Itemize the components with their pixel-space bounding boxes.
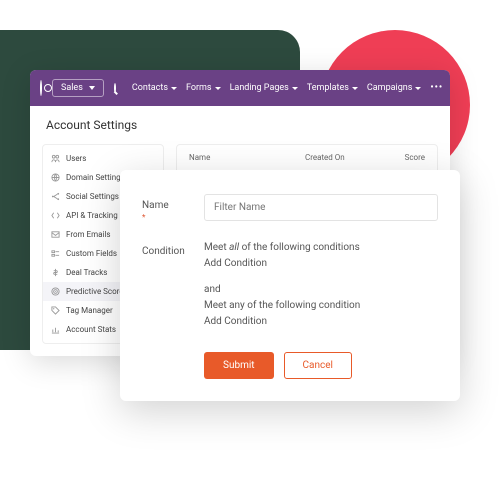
nav-more-icon[interactable]: ••• <box>430 83 443 93</box>
top-nav: Sales Contacts Forms Landing Pages Templ… <box>30 70 450 106</box>
sidebar-item-label: From Emails <box>66 230 110 239</box>
nav-forms[interactable]: Forms <box>186 83 221 93</box>
deal-icon <box>51 268 60 277</box>
nav-contacts[interactable]: Contacts <box>132 83 177 93</box>
col-score: Score <box>385 153 425 162</box>
nav-menu: Contacts Forms Landing Pages Templates C… <box>132 83 443 93</box>
filter-modal: Name * Condition Meet all of the followi… <box>120 170 460 401</box>
nav-templates[interactable]: Templates <box>307 83 358 93</box>
users-icon <box>51 154 60 163</box>
sidebar-item-label: Social Settings <box>66 192 119 201</box>
required-mark: * <box>142 213 204 222</box>
condition-any-line: Meet any of the following condition <box>204 298 438 314</box>
share-icon <box>51 192 60 201</box>
target-icon <box>51 287 60 296</box>
sidebar-item-label: Custom Fields <box>66 249 117 258</box>
stats-icon <box>51 325 60 334</box>
module-dropdown-label: Sales <box>61 83 83 93</box>
sidebar-item-users[interactable]: Users <box>43 149 163 168</box>
add-condition-link-2[interactable]: Add Condition <box>204 314 438 330</box>
condition-and: and <box>204 282 438 298</box>
cancel-button[interactable]: Cancel <box>284 352 352 379</box>
search-icon[interactable] <box>114 83 116 93</box>
sidebar-item-label: Account Stats <box>66 325 116 334</box>
submit-button[interactable]: Submit <box>204 352 274 379</box>
module-dropdown[interactable]: Sales <box>52 79 104 97</box>
app-logo-icon <box>40 80 42 96</box>
col-name: Name <box>189 153 305 162</box>
nav-campaigns[interactable]: Campaigns <box>367 83 421 93</box>
condition-body: Meet all of the following conditions Add… <box>204 240 438 330</box>
sidebar-item-label: Tag Manager <box>66 306 113 315</box>
col-created: Created On <box>305 153 385 162</box>
condition-label: Condition <box>142 240 204 330</box>
mail-icon <box>51 230 60 239</box>
add-condition-link-1[interactable]: Add Condition <box>204 256 438 272</box>
nav-landing-pages[interactable]: Landing Pages <box>230 83 298 93</box>
code-icon <box>51 211 60 220</box>
sidebar-item-label: Predictive Score <box>66 287 124 296</box>
sidebar-item-label: Users <box>66 154 86 163</box>
table-header: Name Created On Score <box>189 153 425 162</box>
page-title: Account Settings <box>30 106 450 144</box>
name-label: Name * <box>142 194 204 222</box>
tag-icon <box>51 306 60 315</box>
sidebar-item-label: Domain Settings <box>66 173 125 182</box>
sidebar-item-label: Deal Tracks <box>66 268 107 277</box>
fields-icon <box>51 249 60 258</box>
condition-all-line: Meet all of the following conditions <box>204 240 438 256</box>
globe-icon <box>51 173 60 182</box>
filter-name-input[interactable] <box>204 194 438 221</box>
